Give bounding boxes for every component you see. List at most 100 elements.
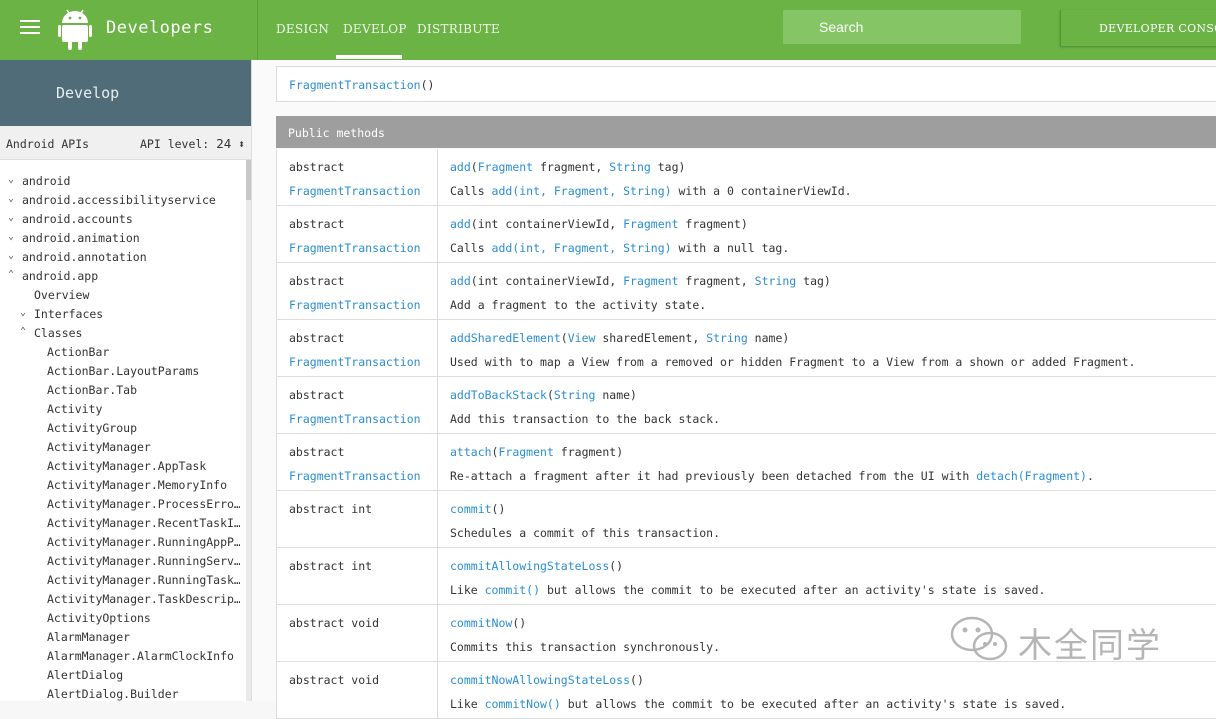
- sidebar-item-label: ActivityGroup: [47, 421, 138, 435]
- signature-link[interactable]: commitNowAllowingStateLoss: [450, 673, 630, 687]
- chevron-up-icon[interactable]: ⌃: [20, 326, 30, 337]
- signature-link[interactable]: String: [755, 274, 797, 288]
- signature-text: fragment: [553, 445, 617, 459]
- return-modifier: abstract int: [289, 502, 373, 516]
- description-link[interactable]: commit(): [485, 583, 540, 597]
- return-type-link[interactable]: FragmentTransaction: [289, 412, 421, 426]
- return-type-cell: abstract FragmentTransaction: [277, 320, 438, 376]
- sidebar-item[interactable]: ActivityManager.AppTask: [0, 459, 240, 478]
- developer-console-button[interactable]: DEVELOPER CONSOLE: [1060, 10, 1216, 46]
- signature-text: (): [491, 502, 506, 516]
- sidebar-item[interactable]: ⌄ android: [0, 174, 240, 193]
- return-type-link[interactable]: FragmentTransaction: [289, 184, 421, 198]
- description-link[interactable]: commitNow(): [485, 697, 561, 711]
- method-signature: commit(): [450, 502, 505, 516]
- sidebar-item-label: ActivityManager: [47, 440, 151, 454]
- method-signature: commitAllowingStateLoss(): [450, 559, 623, 573]
- signature-link[interactable]: String: [609, 160, 651, 174]
- method-signature: attach(Fragment fragment): [450, 445, 623, 459]
- chevron-down-icon[interactable]: ⌄: [8, 193, 18, 204]
- sidebar-item[interactable]: ActivityManager.TaskDescrip…: [0, 592, 240, 611]
- sidebar-item[interactable]: AlarmManager: [0, 630, 240, 649]
- sidebar-item-label: ActivityManager.MemoryInfo: [47, 478, 228, 492]
- sidebar-item[interactable]: ActivityManager.RunningTask…: [0, 573, 240, 592]
- android-logo-icon[interactable]: [58, 8, 92, 50]
- sidebar-item[interactable]: ⌄ android.annotation: [0, 250, 240, 269]
- return-type-link[interactable]: FragmentTransaction: [289, 469, 421, 483]
- signature-link[interactable]: Fragment: [623, 217, 678, 231]
- chevron-up-icon[interactable]: ⌃: [8, 269, 18, 280]
- sidebar-item[interactable]: ActivityManager.ProcessErro…: [0, 497, 240, 516]
- brand-title[interactable]: Developers: [106, 18, 213, 38]
- return-type-cell: abstract int: [277, 548, 438, 604]
- return-modifier: abstract: [289, 160, 345, 174]
- return-modifier: abstract: [289, 217, 345, 231]
- tab-develop[interactable]: DEVELOP: [343, 22, 407, 36]
- sidebar-item[interactable]: ActivityManager.RunningAppP…: [0, 535, 240, 554]
- signature-link[interactable]: String: [554, 388, 596, 402]
- sidebar-item[interactable]: Overview: [0, 288, 240, 307]
- sidebar-item[interactable]: Activity: [0, 402, 240, 421]
- sidebar-item[interactable]: ActivityManager.RunningServ…: [0, 554, 240, 573]
- method-description: Like commitNow() but allows the commit t…: [450, 697, 1066, 711]
- sidebar-item[interactable]: AlertDialog: [0, 668, 240, 687]
- signature-link[interactable]: commitNow: [450, 616, 512, 630]
- description-text: Add a fragment to the activity state.: [450, 298, 707, 312]
- sidebar-item[interactable]: ⌄ Interfaces: [0, 307, 240, 326]
- tab-distribute[interactable]: DISTRIBUTE: [417, 22, 500, 36]
- signature-text: (): [512, 616, 527, 630]
- constructor-link[interactable]: FragmentTransaction: [289, 78, 421, 92]
- return-type-link[interactable]: FragmentTransaction: [289, 355, 421, 369]
- description-link[interactable]: detach(Fragment): [976, 469, 1087, 483]
- sidebar-item[interactable]: ⌄ android.accounts: [0, 212, 240, 231]
- signature-link[interactable]: add: [450, 274, 471, 288]
- tab-design[interactable]: DESIGN: [276, 22, 329, 36]
- description-text: Re-attach a fragment after it had previo…: [450, 469, 977, 483]
- sidebar-item[interactable]: ActivityManager.RecentTaskI…: [0, 516, 240, 535]
- sidebar-item[interactable]: AlertDialog.Builder: [0, 687, 240, 701]
- sidebar-item[interactable]: ActionBar.LayoutParams: [0, 364, 240, 383]
- api-level-select[interactable]: API level: 24 ⬍: [140, 136, 245, 151]
- return-type-link[interactable]: FragmentTransaction: [289, 241, 421, 255]
- sidebar-item-label: ActivityManager.AppTask: [47, 459, 207, 473]
- signature-link[interactable]: add: [450, 217, 471, 231]
- menu-icon[interactable]: [20, 20, 40, 36]
- sidebar-item[interactable]: ActivityGroup: [0, 421, 240, 440]
- chevron-down-icon[interactable]: ⌄: [8, 212, 18, 223]
- signature-text: name: [747, 331, 783, 345]
- sidebar-item[interactable]: ActionBar.Tab: [0, 383, 240, 402]
- chevron-down-icon[interactable]: ⌄: [8, 174, 18, 185]
- sidebar-item[interactable]: ⌃ android.app: [0, 269, 240, 288]
- method-signature: addToBackStack(String name): [450, 388, 637, 402]
- signature-link[interactable]: Fragment: [498, 445, 553, 459]
- signature-link[interactable]: commit: [450, 502, 492, 516]
- signature-link[interactable]: commitAllowingStateLoss: [450, 559, 609, 573]
- signature-link[interactable]: addToBackStack: [450, 388, 547, 402]
- sidebar-item[interactable]: AlarmManager.AlarmClockInfo: [0, 649, 240, 668]
- return-type-link[interactable]: FragmentTransaction: [289, 298, 421, 312]
- chevron-down-icon[interactable]: ⌄: [20, 307, 30, 318]
- signature-link[interactable]: attach: [450, 445, 492, 459]
- chevron-down-icon[interactable]: ⌄: [8, 250, 18, 261]
- signature-link[interactable]: addSharedElement: [450, 331, 561, 345]
- description-text: Used with to map a View from a removed o…: [450, 355, 1136, 369]
- sidebar-item[interactable]: ActivityManager.MemoryInfo: [0, 478, 240, 497]
- chevron-down-icon[interactable]: ⌄: [8, 231, 18, 242]
- signature-link[interactable]: Fragment: [623, 274, 678, 288]
- sidebar-item[interactable]: ActionBar: [0, 345, 240, 364]
- description-link[interactable]: add(int, Fragment, String): [492, 241, 672, 255]
- search-input[interactable]: Search: [783, 10, 1021, 44]
- sidebar-item[interactable]: ⌄ android.accessibilityservice: [0, 193, 240, 212]
- sidebar-item[interactable]: ActivityOptions: [0, 611, 240, 630]
- sidebar-item[interactable]: ActivityManager: [0, 440, 240, 459]
- sidebar-item-label: ActivityManager.RunningServ…: [47, 554, 240, 568]
- signature-link[interactable]: add: [450, 160, 471, 174]
- description-link[interactable]: add(int, Fragment, String): [492, 184, 672, 198]
- signature-link[interactable]: View: [568, 331, 596, 345]
- return-modifier: abstract: [289, 388, 345, 402]
- sidebar-item[interactable]: ⌃ Classes: [0, 326, 240, 345]
- signature-link[interactable]: Fragment: [478, 160, 533, 174]
- signature-link[interactable]: String: [706, 331, 748, 345]
- sidebar-item[interactable]: ⌄ android.animation: [0, 231, 240, 250]
- description-text: with a 0 containerViewId.: [671, 184, 852, 198]
